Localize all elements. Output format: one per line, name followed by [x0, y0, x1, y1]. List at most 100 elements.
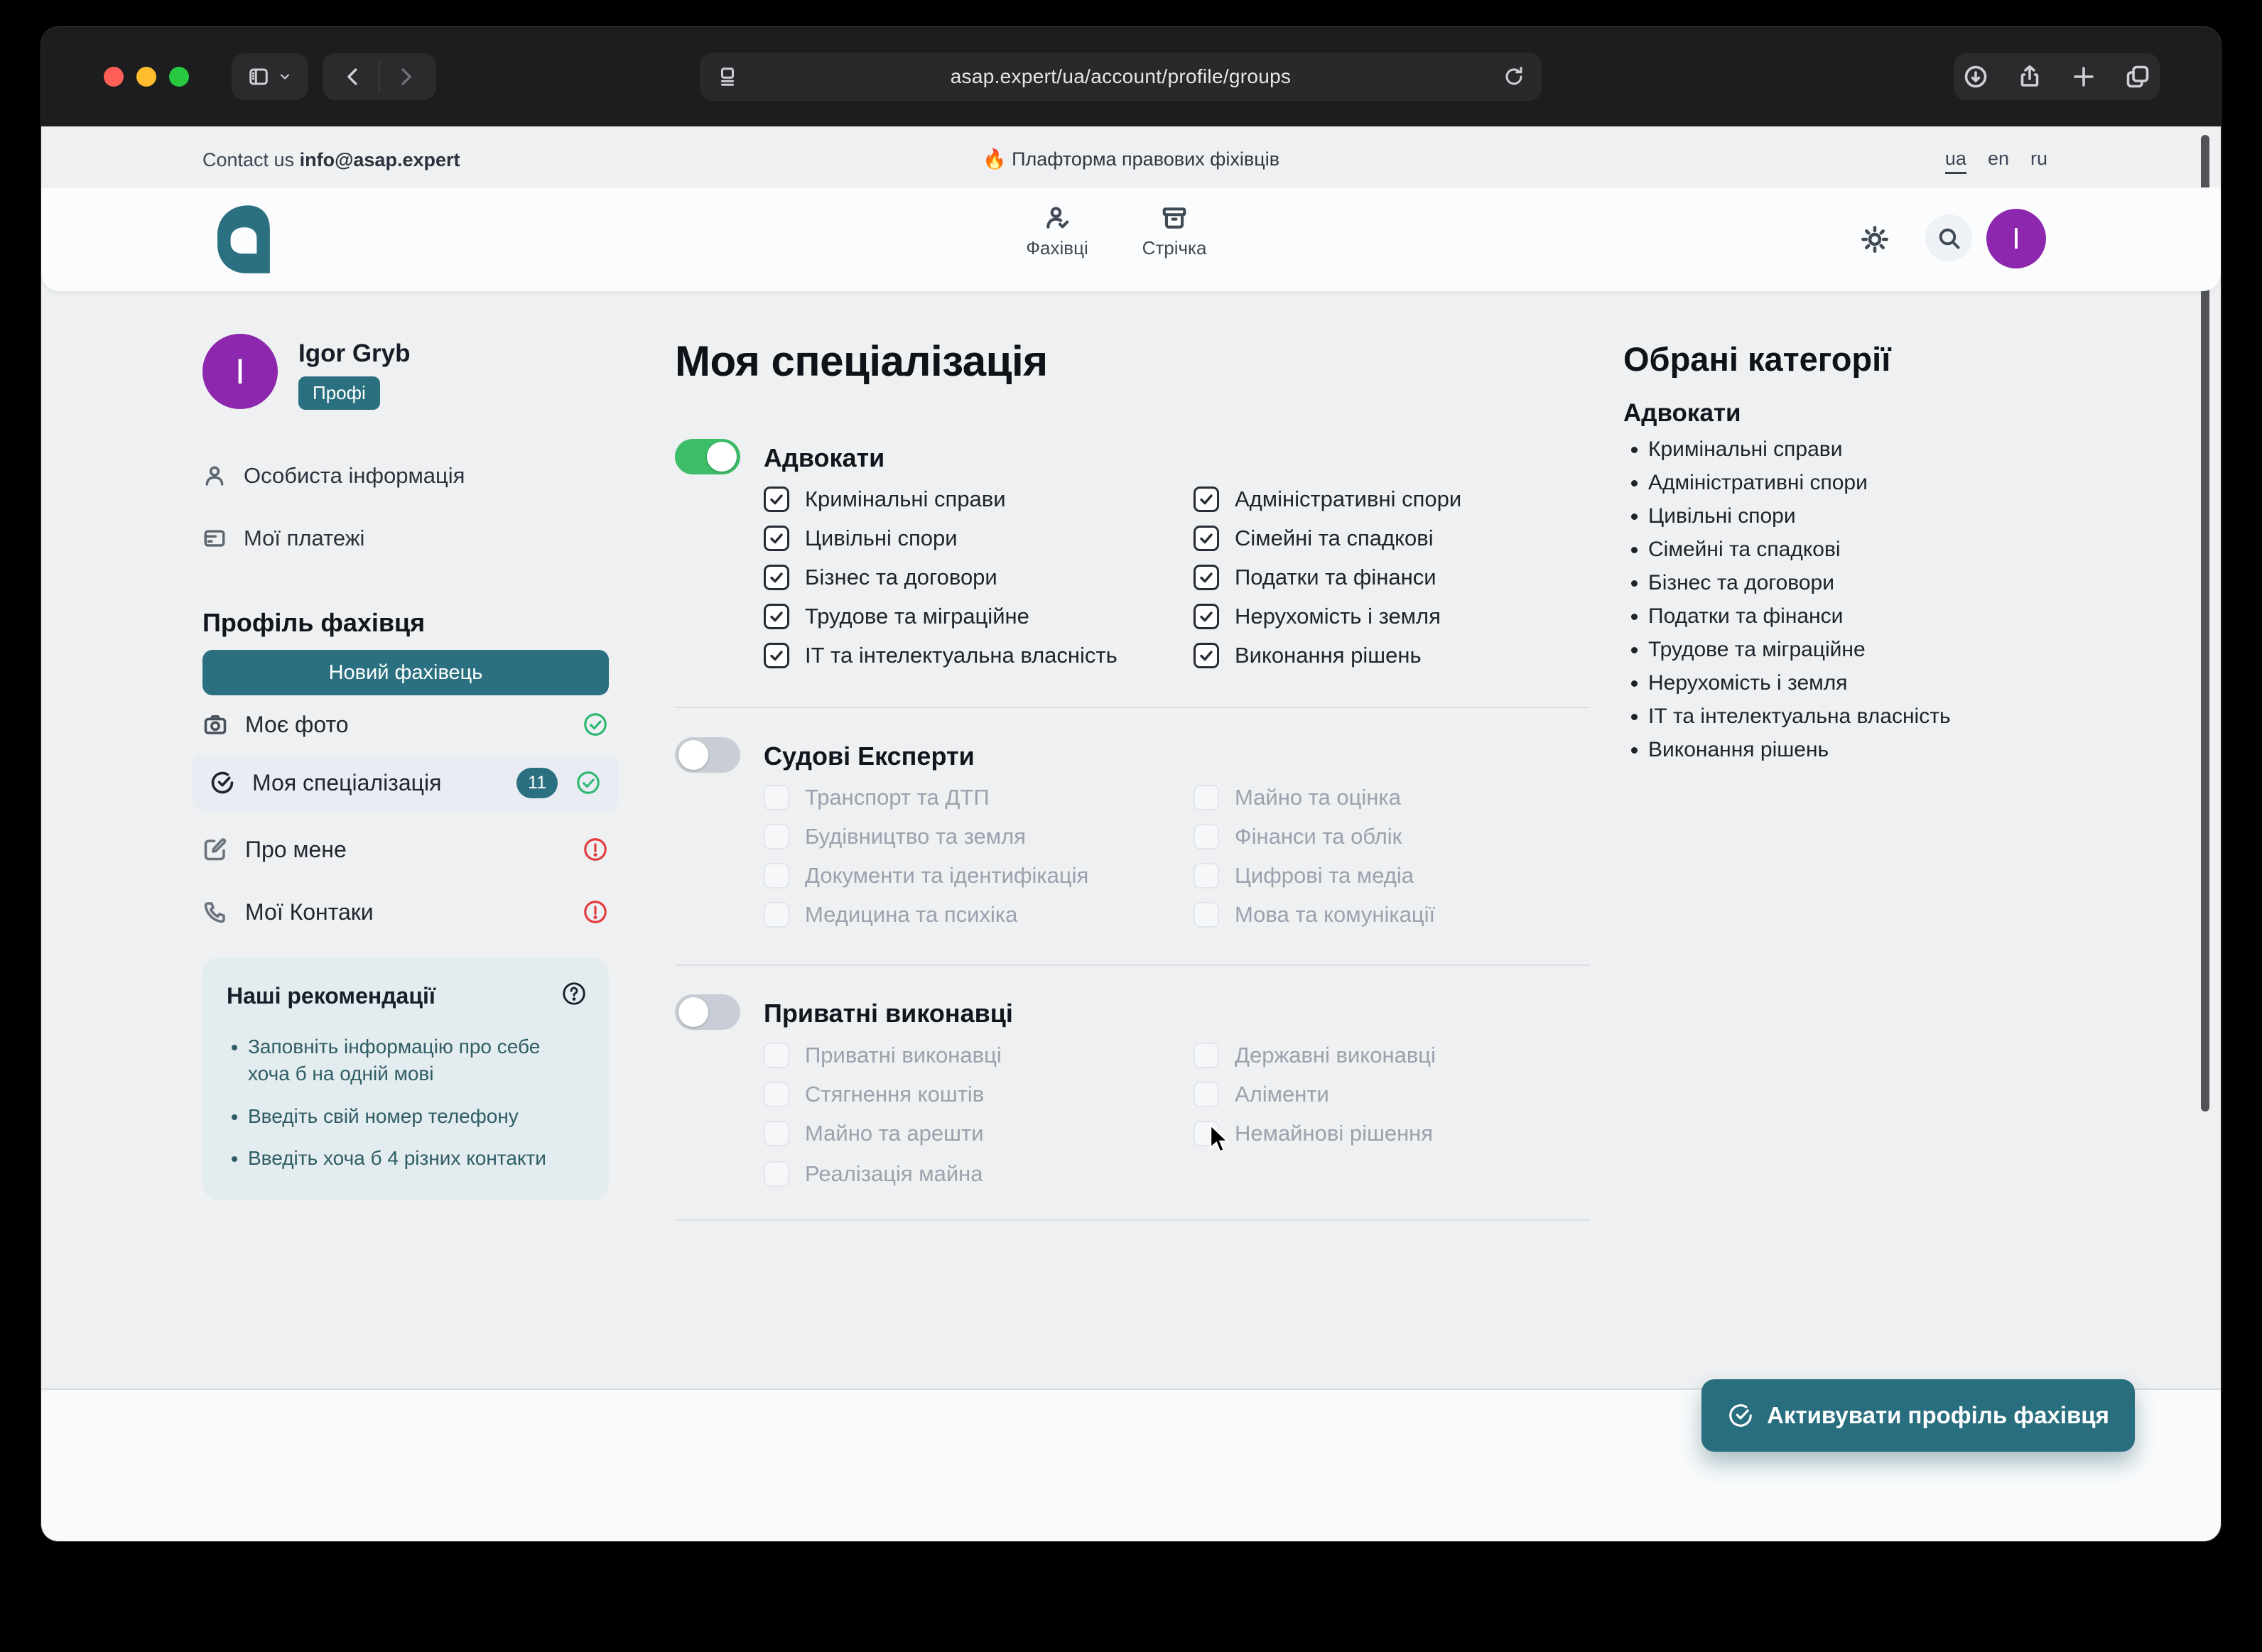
checkbox-row[interactable]: Сімейні та спадкові	[1194, 526, 1434, 551]
person-icon	[202, 464, 227, 488]
toggle-advocates[interactable]	[675, 439, 740, 474]
checkbox-label: Майно та оцінка	[1235, 785, 1401, 810]
checkbox-label: Будівництво та земля	[805, 824, 1026, 849]
checkbox-label: Фінанси та облік	[1235, 824, 1402, 849]
checkbox-row[interactable]: Трудове та міграційне	[764, 604, 1029, 629]
checkbox-row[interactable]: Документи та ідентифікація	[764, 863, 1088, 889]
checkbox-unchecked[interactable]	[764, 863, 789, 889]
checkbox-unchecked[interactable]	[764, 1161, 789, 1187]
checkbox-unchecked[interactable]	[1194, 902, 1219, 928]
checkbox-row[interactable]: Будівництво та земля	[764, 824, 1026, 849]
contact-email[interactable]: info@asap.expert	[300, 149, 460, 170]
new-specialist-button[interactable]: Новий фахівець	[202, 650, 609, 695]
checkbox-label: Цифрові та медіа	[1235, 863, 1414, 889]
sidebar-item-personal-info[interactable]: Особиста інформація	[202, 463, 609, 489]
selected-category: Кримінальні справи	[1648, 438, 1951, 462]
check-circle-icon	[1727, 1402, 1754, 1429]
checkbox-row[interactable]: Фінанси та облік	[1194, 824, 1402, 849]
checkbox-row[interactable]: Адміністративні спори	[1194, 487, 1461, 512]
forward-button[interactable]	[393, 65, 417, 89]
nav-specialists[interactable]: Фахівці	[1004, 205, 1110, 259]
checkbox-row[interactable]: Державні виконавці	[1194, 1043, 1436, 1068]
checkbox-checked[interactable]	[764, 643, 789, 668]
reader-page-icon[interactable]	[717, 66, 738, 87]
checkbox-row[interactable]: Стягнення коштів	[764, 1082, 984, 1107]
sidebar-toggle-button[interactable]	[232, 53, 308, 100]
theme-toggle-sun-icon[interactable]	[1860, 224, 1890, 254]
lang-ua[interactable]: ua	[1945, 148, 1966, 174]
sidebar-item-payments[interactable]: Мої платежі	[202, 526, 609, 551]
checkbox-row[interactable]: Реалізація майна	[764, 1161, 983, 1187]
checkbox-row[interactable]: Майно та арешти	[764, 1121, 984, 1146]
sidebar-avatar[interactable]: I	[202, 334, 278, 409]
downloads-icon[interactable]	[1963, 64, 1988, 89]
checkbox-checked[interactable]	[764, 487, 789, 512]
minimize-window-button[interactable]	[136, 67, 156, 87]
profile-item-photo[interactable]: Моє фото	[202, 705, 609, 744]
checkbox-unchecked[interactable]	[764, 824, 789, 849]
checkbox-unchecked[interactable]	[764, 902, 789, 928]
contact-info: Contact us info@asap.expert	[202, 149, 460, 171]
activate-profile-button[interactable]: Активувати профіль фахівця	[1701, 1379, 2135, 1452]
checkbox-unchecked[interactable]	[1194, 863, 1219, 889]
checkbox-row[interactable]: Кримінальні справи	[764, 487, 1006, 512]
checkbox-row[interactable]: Аліменти	[1194, 1082, 1329, 1107]
lang-ru[interactable]: ru	[2030, 148, 2047, 174]
checkbox-row[interactable]: Приватні виконавці	[764, 1043, 1002, 1068]
checkbox-row[interactable]: ІТ та інтелектуальна власність	[764, 643, 1118, 668]
checkbox-checked[interactable]	[1194, 565, 1219, 590]
checkbox-row[interactable]: Бізнес та договори	[764, 565, 997, 590]
checkbox-unchecked[interactable]	[764, 1082, 789, 1107]
checkbox-row[interactable]: Нерухомість і земля	[1194, 604, 1441, 629]
checkbox-checked[interactable]	[1194, 643, 1219, 668]
checkbox-unchecked[interactable]	[1194, 1043, 1219, 1068]
profile-item-about[interactable]: Про мене	[202, 830, 609, 869]
checkbox-row[interactable]: Цивільні спори	[764, 526, 958, 551]
toggle-court-experts[interactable]	[675, 737, 740, 773]
checkbox-label: Транспорт та ДТП	[805, 785, 990, 810]
checkbox-checked[interactable]	[764, 604, 789, 629]
card-icon	[202, 526, 227, 550]
address-bar[interactable]: asap.expert/ua/account/profile/groups	[700, 53, 1542, 101]
camera-icon	[202, 712, 228, 737]
checkbox-row[interactable]: Податки та фінанси	[1194, 565, 1436, 590]
checkbox-checked[interactable]	[764, 526, 789, 551]
checkbox-unchecked[interactable]	[764, 1121, 789, 1146]
new-tab-icon[interactable]	[2071, 64, 2096, 89]
checkbox-row[interactable]: Цифрові та медіа	[1194, 863, 1414, 889]
checkbox-row[interactable]: Майно та оцінка	[1194, 785, 1401, 810]
nav-feed[interactable]: Стрічка	[1121, 205, 1228, 259]
checkbox-unchecked[interactable]	[764, 1043, 789, 1068]
toggle-private-executors[interactable]	[675, 994, 740, 1030]
checkbox-checked[interactable]	[1194, 526, 1219, 551]
help-icon[interactable]	[561, 980, 588, 1007]
checkbox-unchecked[interactable]	[1194, 824, 1219, 849]
edit-icon	[202, 837, 228, 862]
search-button[interactable]	[1925, 214, 1972, 261]
checkbox-label: Аліменти	[1235, 1082, 1329, 1107]
profile-item-contacts[interactable]: Мої Контаки	[202, 892, 609, 932]
checkbox-unchecked[interactable]	[764, 785, 789, 810]
close-window-button[interactable]	[104, 67, 124, 87]
checkbox-checked[interactable]	[764, 565, 789, 590]
checkbox-row[interactable]: Медицина та психіка	[764, 902, 1017, 928]
recommendation-item: Введіть свій номер телефону	[248, 1103, 585, 1130]
checkbox-row[interactable]: Виконання рішень	[1194, 643, 1422, 668]
lang-en[interactable]: en	[1988, 148, 2009, 174]
asap-logo[interactable]	[215, 203, 272, 276]
profile-item-specialization[interactable]: Моя спеціалізація 11	[193, 754, 619, 811]
checkbox-unchecked[interactable]	[1194, 1082, 1219, 1107]
reload-icon[interactable]	[1503, 66, 1525, 87]
share-icon[interactable]	[2017, 64, 2042, 89]
user-avatar[interactable]: I	[1986, 209, 2046, 268]
back-button[interactable]	[342, 65, 366, 89]
zoom-window-button[interactable]	[169, 67, 189, 87]
checkbox-unchecked[interactable]	[1194, 785, 1219, 810]
tab-overview-icon[interactable]	[2125, 64, 2150, 89]
checkbox-checked[interactable]	[1194, 487, 1219, 512]
checkbox-row[interactable]: Транспорт та ДТП	[764, 785, 990, 810]
checkbox-label: Мова та комунікації	[1235, 902, 1435, 928]
url-text[interactable]: asap.expert/ua/account/profile/groups	[738, 65, 1503, 88]
checkbox-row[interactable]: Мова та комунікації	[1194, 902, 1435, 928]
checkbox-checked[interactable]	[1194, 604, 1219, 629]
